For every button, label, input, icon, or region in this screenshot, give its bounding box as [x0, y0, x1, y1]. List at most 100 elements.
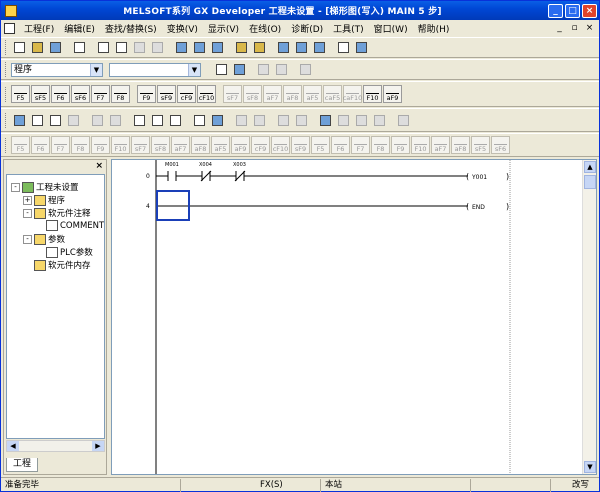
sfc-key-f9[interactable]: F9: [91, 136, 110, 154]
tree-item[interactable]: 软元件内存: [23, 259, 91, 271]
sfc-key-af5[interactable]: aF5: [211, 136, 230, 154]
tree-item[interactable]: + 程序: [23, 194, 65, 206]
ladder-key-sf6[interactable]: sF6: [71, 85, 90, 103]
ladder-view-icon[interactable]: [11, 112, 28, 129]
menu-edit[interactable]: 编辑(E): [59, 22, 100, 35]
scroll-left-icon[interactable]: ◀: [7, 441, 19, 451]
paste-icon[interactable]: [131, 39, 148, 56]
ladder-key-af7[interactable]: aF7: [263, 85, 282, 103]
sfc-key-f10[interactable]: F10: [111, 136, 130, 154]
parameter-icon[interactable]: [255, 61, 272, 78]
ladder-key-af9[interactable]: aF9: [383, 85, 402, 103]
sfc-key-af7[interactable]: aF7: [171, 136, 190, 154]
comment-list-icon[interactable]: [231, 61, 248, 78]
menu-project[interactable]: 工程(F): [19, 22, 59, 35]
ladder-diagram[interactable]: 0M001 X004 X003(Y001)4(END): [112, 160, 582, 474]
ladder-key-af8[interactable]: aF8: [283, 85, 302, 103]
device-select[interactable]: ▼: [109, 62, 201, 77]
entry-monitor-icon[interactable]: [353, 39, 370, 56]
monitor-mode-icon[interactable]: [89, 112, 106, 129]
read-plc-icon[interactable]: [233, 39, 250, 56]
program-list-icon[interactable]: [213, 61, 230, 78]
menu-diagnostics[interactable]: 诊断(D): [286, 22, 328, 35]
open-project-icon[interactable]: [29, 39, 46, 56]
device-batch-icon[interactable]: [335, 39, 352, 56]
sfc-key-af9[interactable]: aF9: [231, 136, 250, 154]
sfc-key-sf6[interactable]: sF6: [491, 136, 510, 154]
tree-item[interactable]: PLC参数: [35, 246, 93, 258]
note-display-icon[interactable]: [167, 112, 184, 129]
sfc-key-f10[interactable]: F10: [411, 136, 430, 154]
ladder-key-f7[interactable]: F7: [91, 85, 110, 103]
maximize-button[interactable]: □: [565, 3, 580, 18]
menu-help[interactable]: 帮助(H): [413, 22, 455, 35]
undo-icon[interactable]: [149, 39, 166, 56]
sfc-key-f8[interactable]: F8: [371, 136, 390, 154]
sfc-key-f7[interactable]: F7: [351, 136, 370, 154]
sfc-key-af8[interactable]: aF8: [451, 136, 470, 154]
new-project-icon[interactable]: [11, 39, 28, 56]
close-button[interactable]: ×: [582, 3, 597, 18]
tree-item[interactable]: COMMENT: [35, 220, 104, 231]
sfc-key-sf9[interactable]: sF9: [291, 136, 310, 154]
device-memory-icon[interactable]: [273, 61, 290, 78]
sfc-key-af8[interactable]: aF8: [191, 136, 210, 154]
mode-select[interactable]: 程序 ▼: [11, 62, 103, 77]
ladder-key-sf7[interactable]: sF7: [223, 85, 242, 103]
online-write-icon[interactable]: [335, 112, 352, 129]
write-mode-icon[interactable]: [47, 112, 64, 129]
tree-item[interactable]: - 软元件注释: [23, 207, 91, 219]
tree-item[interactable]: - 参数: [23, 233, 65, 245]
menu-online[interactable]: 在线(O): [244, 22, 286, 35]
scroll-thumb[interactable]: [584, 175, 596, 189]
insert-row-icon[interactable]: [275, 112, 292, 129]
mdi-restore-button[interactable]: ▫: [569, 23, 580, 33]
find-contact-coil-icon[interactable]: [209, 39, 226, 56]
mdi-close-button[interactable]: ×: [584, 23, 595, 33]
comment-display-icon[interactable]: [131, 112, 148, 129]
ladder-editor[interactable]: 0 M001 X004 X003(Y001) 4(END) ▲ ▼: [111, 159, 597, 475]
zoom-icon[interactable]: [209, 112, 226, 129]
monitor-stop-icon[interactable]: [293, 39, 310, 56]
menu-view[interactable]: 显示(V): [203, 22, 244, 35]
sfc-key-sf7[interactable]: sF7: [131, 136, 150, 154]
close-panel-button[interactable]: ×: [95, 161, 103, 171]
ladder-key-af5[interactable]: aF5: [303, 85, 322, 103]
save-icon[interactable]: [47, 39, 64, 56]
list-view-icon[interactable]: [29, 112, 46, 129]
device-init-icon[interactable]: [297, 61, 314, 78]
tree-expander-icon[interactable]: +: [23, 195, 32, 205]
sfc-key-f5[interactable]: F5: [311, 136, 330, 154]
menu-window[interactable]: 窗口(W): [369, 22, 413, 35]
document-icon[interactable]: [4, 22, 15, 34]
sfc-key-sf8[interactable]: sF8: [151, 136, 170, 154]
tree-item[interactable]: - 工程未设置: [11, 181, 79, 193]
sfc-key-f8[interactable]: F8: [71, 136, 90, 154]
scroll-right-icon[interactable]: ▶: [92, 441, 104, 451]
sfc-key-f5[interactable]: F5: [11, 136, 30, 154]
display-options-icon[interactable]: [395, 112, 412, 129]
monitor-all-icon[interactable]: [311, 39, 328, 56]
print-icon[interactable]: [71, 39, 88, 56]
copy-icon[interactable]: [113, 39, 130, 56]
ladder-key-f8[interactable]: F8: [111, 85, 130, 103]
ladder-key-sf9[interactable]: sF9: [157, 85, 176, 103]
find-instruction-icon[interactable]: [191, 39, 208, 56]
ladder-key-f6[interactable]: F6: [51, 85, 70, 103]
menu-convert[interactable]: 变换(V): [162, 22, 203, 35]
cut-icon[interactable]: [95, 39, 112, 56]
search-icon[interactable]: [317, 112, 334, 129]
ladder-key-cf9[interactable]: cF9: [177, 85, 196, 103]
ladder-key-sf5[interactable]: sF5: [31, 85, 50, 103]
sfc-key-cf9[interactable]: cF9: [251, 136, 270, 154]
sfc-key-cf10[interactable]: cF10: [271, 136, 290, 154]
mdi-minimize-button[interactable]: _: [554, 23, 565, 33]
sfc-key-f7[interactable]: F7: [51, 136, 70, 154]
delete-row-icon[interactable]: [293, 112, 310, 129]
scroll-down-icon[interactable]: ▼: [584, 461, 596, 473]
minimize-button[interactable]: _: [548, 3, 563, 18]
ladder-key-f10[interactable]: F10: [363, 85, 382, 103]
read-mode-icon[interactable]: [65, 112, 82, 129]
alias-display-icon[interactable]: [191, 112, 208, 129]
step-jump-icon[interactable]: [233, 112, 250, 129]
